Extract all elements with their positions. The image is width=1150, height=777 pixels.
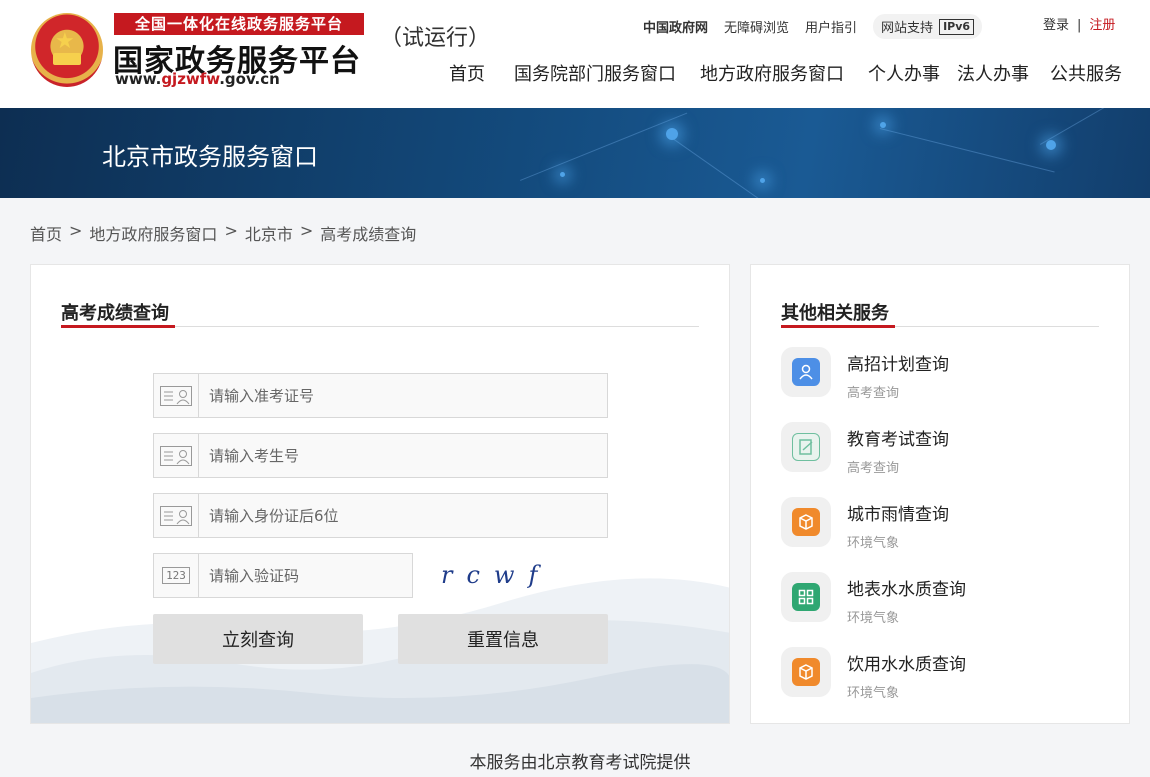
notebook-icon	[781, 422, 831, 472]
service-item[interactable]: 高招计划查询 高考查询	[781, 347, 1101, 407]
top-links: 中国政府网 无障碍浏览 用户指引 网站支持 IPv6	[643, 14, 983, 39]
candidate-number-field[interactable]	[153, 433, 608, 478]
candidate-number-input[interactable]	[199, 435, 599, 476]
nav-state-council[interactable]: 国务院部门服务窗口	[514, 60, 676, 86]
submit-query-button[interactable]: 立刻查询	[153, 614, 363, 664]
trial-label: （试运行）	[380, 26, 491, 51]
exam-number-field[interactable]	[153, 373, 608, 418]
id-card-icon	[154, 494, 199, 537]
page-banner: 北京市政务服务窗口	[0, 108, 1150, 198]
service-category: 环境气象	[847, 536, 900, 551]
service-name[interactable]: 教育考试查询	[847, 425, 949, 450]
person-icon	[781, 347, 831, 397]
service-item[interactable]: 城市雨情查询 环境气象	[781, 497, 1101, 557]
national-emblem-icon: ★	[31, 13, 103, 87]
main-nav: 首页 国务院部门服务窗口 地方政府服务窗口 个人办事 法人办事 公共服务	[449, 60, 1122, 86]
captcha-input[interactable]	[199, 555, 409, 596]
nav-corporate[interactable]: 法人办事	[957, 60, 1029, 86]
brand-subtitle: 全国一体化在线政务服务平台	[114, 13, 364, 35]
captcha-field[interactable]: 123	[153, 553, 413, 598]
brand-url: www.gjzwfw.gov.cn	[115, 70, 280, 88]
service-category: 环境气象	[847, 686, 900, 701]
user-guide-link[interactable]: 用户指引	[805, 17, 857, 36]
login-link[interactable]: 登录	[1043, 18, 1069, 33]
cube-icon	[781, 647, 831, 697]
score-query-panel: 高考成绩查询 123 rcwf 立刻查询 重置信息	[30, 264, 730, 724]
id-card-icon	[154, 434, 199, 477]
captcha-image[interactable]: rcwf	[441, 561, 561, 589]
service-name[interactable]: 饮用水水质查询	[847, 650, 966, 675]
id-last6-field[interactable]	[153, 493, 608, 538]
service-category: 高考查询	[847, 386, 900, 401]
id-card-icon	[154, 374, 199, 417]
nav-home[interactable]: 首页	[449, 60, 485, 86]
auth-links: 登录 | 注册	[1043, 18, 1116, 33]
service-category: 环境气象	[847, 611, 900, 626]
banner-title: 北京市政务服务窗口	[102, 143, 318, 171]
service-item[interactable]: 地表水水质查询 环境气象	[781, 572, 1101, 632]
breadcrumb-home[interactable]: 首页	[30, 221, 62, 245]
cube-icon	[781, 497, 831, 547]
service-name[interactable]: 地表水水质查询	[847, 575, 966, 600]
reset-button[interactable]: 重置信息	[398, 614, 608, 664]
accessible-browse-link[interactable]: 无障碍浏览	[724, 17, 789, 36]
site-header: ★ 全国一体化在线政务服务平台 国家政务服务平台 www.gjzwfw.gov.…	[0, 0, 1150, 108]
nav-personal[interactable]: 个人办事	[868, 60, 940, 86]
related-title: 其他相关服务	[781, 303, 889, 324]
id-last6-input[interactable]	[199, 495, 599, 536]
breadcrumb: 首页 > 地方政府服务窗口 > 北京市 > 高考成绩查询	[30, 221, 417, 245]
captcha-number-icon: 123	[154, 554, 199, 597]
exam-number-input[interactable]	[199, 375, 599, 416]
ipv6-badge: IPv6	[939, 18, 975, 35]
related-services-panel: 其他相关服务 高招计划查询 高考查询 教育考试查询 高考查询 城市雨情查询 环境…	[750, 264, 1130, 724]
service-name[interactable]: 高招计划查询	[847, 350, 949, 375]
service-category: 高考查询	[847, 461, 900, 476]
register-link[interactable]: 注册	[1089, 18, 1115, 33]
breadcrumb-beijing[interactable]: 北京市	[245, 221, 293, 245]
nav-local-gov[interactable]: 地方政府服务窗口	[700, 60, 844, 86]
nav-public[interactable]: 公共服务	[1050, 60, 1122, 86]
ipv6-support: 网站支持 IPv6	[873, 14, 983, 39]
svg-text:rcwf: rcwf	[441, 561, 551, 589]
service-item[interactable]: 饮用水水质查询 环境气象	[781, 647, 1101, 707]
panel-title: 高考成绩查询	[61, 303, 169, 324]
breadcrumb-current: 高考成绩查询	[320, 225, 417, 244]
service-item[interactable]: 教育考试查询 高考查询	[781, 422, 1101, 482]
breadcrumb-local-gov[interactable]: 地方政府服务窗口	[89, 221, 217, 245]
grid-icon	[781, 572, 831, 622]
provider-note: 本服务由北京教育考试院提供	[469, 753, 691, 773]
gov-site-link[interactable]: 中国政府网	[643, 17, 708, 36]
service-name[interactable]: 城市雨情查询	[847, 500, 949, 525]
